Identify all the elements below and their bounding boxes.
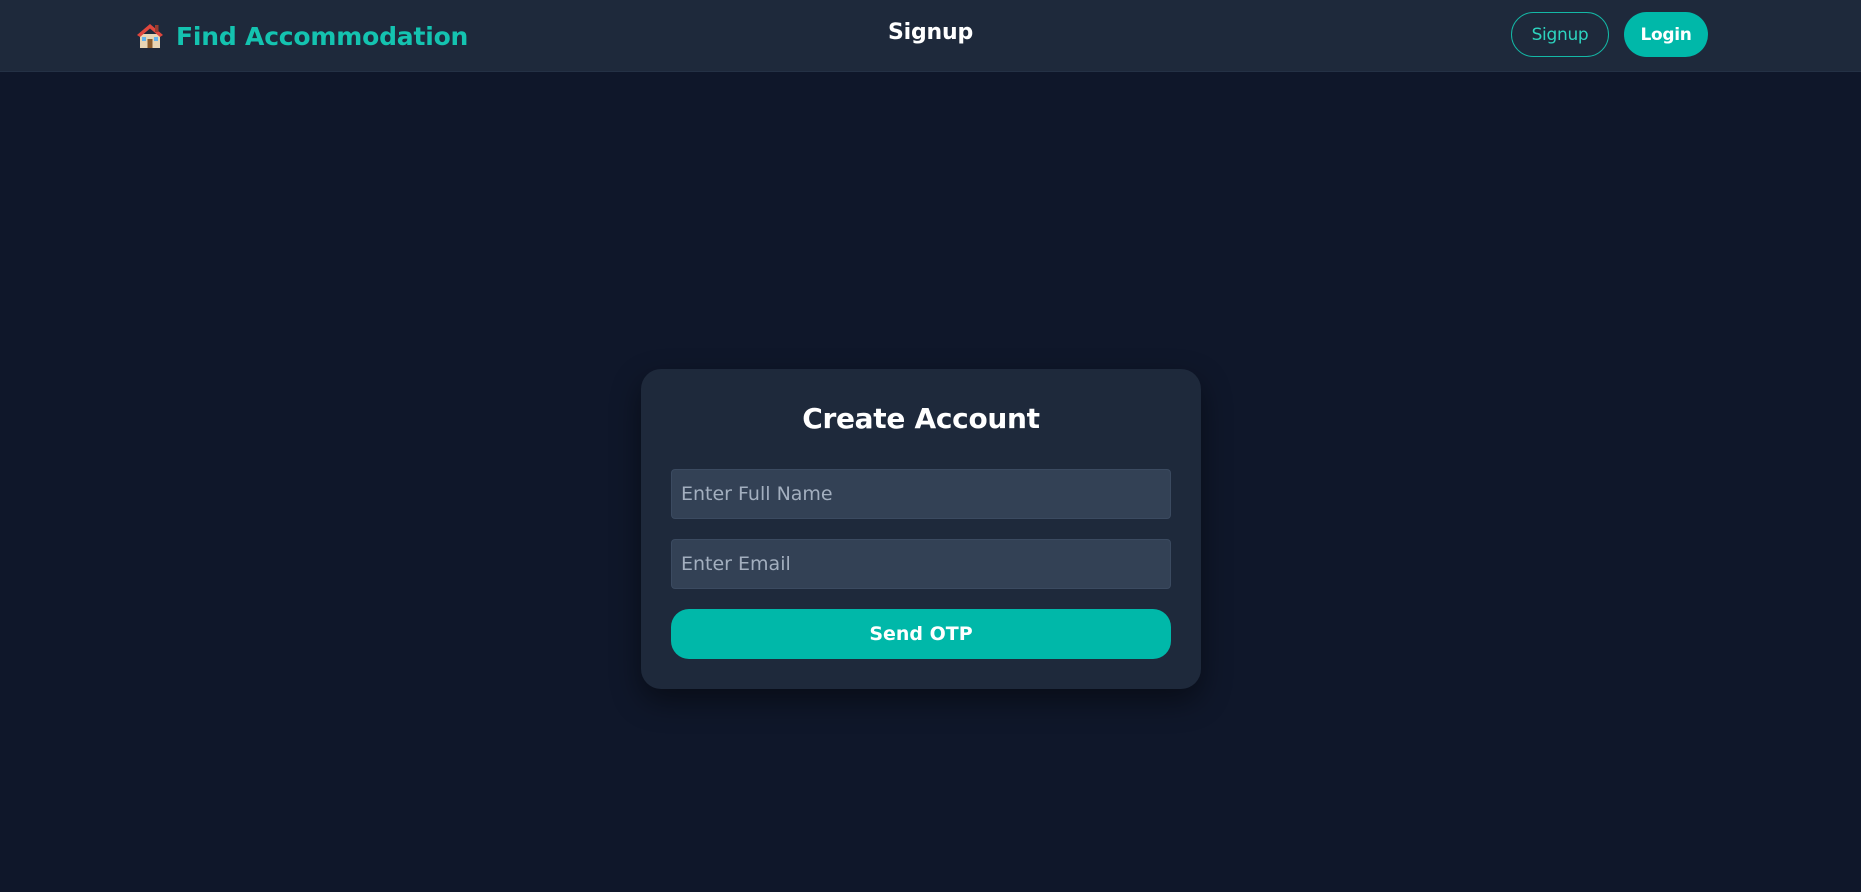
email-input[interactable] xyxy=(671,539,1171,589)
full-name-input[interactable] xyxy=(671,469,1171,519)
send-otp-button[interactable]: Send OTP xyxy=(671,609,1171,659)
signup-button[interactable]: Signup xyxy=(1511,12,1609,57)
signup-card: Create Account Send OTP xyxy=(641,369,1201,689)
form-title: Create Account xyxy=(802,402,1040,435)
login-button[interactable]: Login xyxy=(1624,12,1708,57)
top-navbar: Find Accommodation Signup Signup Login xyxy=(0,0,1861,72)
